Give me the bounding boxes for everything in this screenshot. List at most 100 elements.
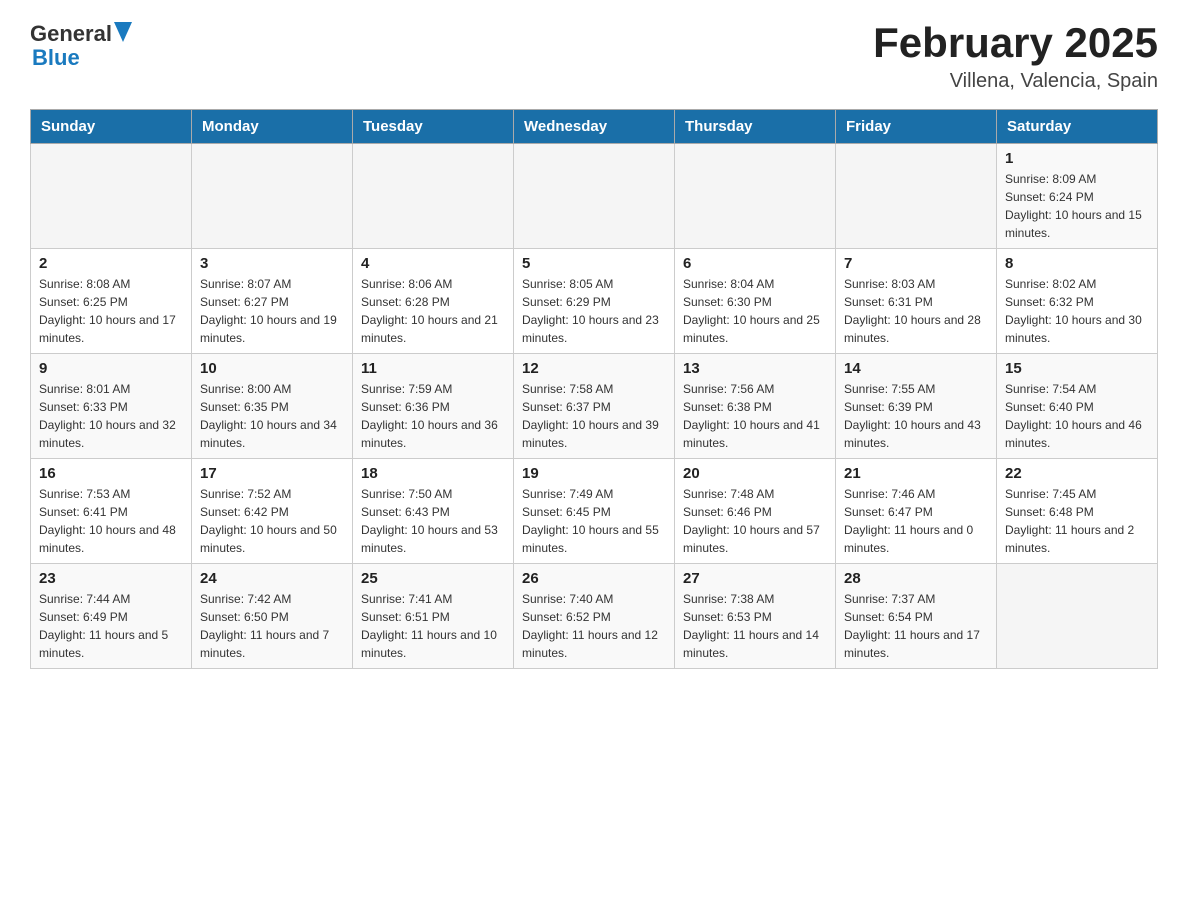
- table-row: 4 Sunrise: 8:06 AMSunset: 6:28 PMDaylight…: [353, 249, 514, 354]
- table-row: 27 Sunrise: 7:38 AMSunset: 6:53 PMDayligh…: [675, 564, 836, 669]
- col-wednesday: Wednesday: [514, 110, 675, 144]
- col-thursday: Thursday: [675, 110, 836, 144]
- table-row: 16 Sunrise: 7:53 AMSunset: 6:41 PMDayligh…: [31, 459, 192, 564]
- table-row: [836, 144, 997, 249]
- col-sunday: Sunday: [31, 110, 192, 144]
- logo: General Blue: [30, 20, 132, 71]
- table-row: [192, 144, 353, 249]
- day-info: Sunrise: 7:55 AMSunset: 6:39 PMDaylight:…: [844, 380, 988, 452]
- table-row: 26 Sunrise: 7:40 AMSunset: 6:52 PMDayligh…: [514, 564, 675, 669]
- day-info: Sunrise: 7:56 AMSunset: 6:38 PMDaylight:…: [683, 380, 827, 452]
- table-row: 5 Sunrise: 8:05 AMSunset: 6:29 PMDaylight…: [514, 249, 675, 354]
- day-info: Sunrise: 7:38 AMSunset: 6:53 PMDaylight:…: [683, 590, 827, 662]
- table-row: 24Sunrise: 7:42 AMSunset: 6:50 PMDayligh…: [192, 564, 353, 669]
- table-row: 13Sunrise: 7:56 AMSunset: 6:38 PMDayligh…: [675, 354, 836, 459]
- table-row: 15 Sunrise: 7:54 AMSunset: 6:40 PMDayligh…: [997, 354, 1158, 459]
- logo-general-text: General: [30, 21, 112, 47]
- day-number: 18: [361, 465, 505, 482]
- table-row: 2 Sunrise: 8:08 AMSunset: 6:25 PMDaylight…: [31, 249, 192, 354]
- day-info: Sunrise: 8:03 AMSunset: 6:31 PMDaylight:…: [844, 275, 988, 347]
- day-number: 9: [39, 360, 183, 377]
- day-number: 5: [522, 255, 666, 272]
- day-number: 7: [844, 255, 988, 272]
- day-number: 25: [361, 570, 505, 587]
- day-info: Sunrise: 8:06 AMSunset: 6:28 PMDaylight:…: [361, 275, 505, 347]
- header-title-block: February 2025 Villena, Valencia, Spain: [873, 20, 1158, 93]
- table-row: 21 Sunrise: 7:46 AMSunset: 6:47 PMDayligh…: [836, 459, 997, 564]
- day-info: Sunrise: 8:09 AMSunset: 6:24 PMDaylight:…: [1005, 170, 1149, 242]
- day-number: 22: [1005, 465, 1149, 482]
- day-number: 10: [200, 360, 344, 377]
- day-info: Sunrise: 7:45 AMSunset: 6:48 PMDaylight:…: [1005, 485, 1149, 557]
- month-title: February 2025: [873, 20, 1158, 66]
- table-row: 6 Sunrise: 8:04 AMSunset: 6:30 PMDaylight…: [675, 249, 836, 354]
- table-row: 25 Sunrise: 7:41 AMSunset: 6:51 PMDayligh…: [353, 564, 514, 669]
- table-row: [675, 144, 836, 249]
- day-number: 14: [844, 360, 988, 377]
- table-row: 28 Sunrise: 7:37 AMSunset: 6:54 PMDayligh…: [836, 564, 997, 669]
- day-info: Sunrise: 7:54 AMSunset: 6:40 PMDaylight:…: [1005, 380, 1149, 452]
- day-number: 12: [522, 360, 666, 377]
- day-number: 4: [361, 255, 505, 272]
- table-row: 20Sunrise: 7:48 AMSunset: 6:46 PMDayligh…: [675, 459, 836, 564]
- day-info: Sunrise: 8:05 AMSunset: 6:29 PMDaylight:…: [522, 275, 666, 347]
- table-row: [997, 564, 1158, 669]
- table-row: [31, 144, 192, 249]
- calendar-week-row: 1 Sunrise: 8:09 AMSunset: 6:24 PMDaylight…: [31, 144, 1158, 249]
- day-number: 19: [522, 465, 666, 482]
- day-number: 6: [683, 255, 827, 272]
- day-info: Sunrise: 8:08 AMSunset: 6:25 PMDaylight:…: [39, 275, 183, 347]
- table-row: 23Sunrise: 7:44 AMSunset: 6:49 PMDayligh…: [31, 564, 192, 669]
- col-monday: Monday: [192, 110, 353, 144]
- day-number: 20: [683, 465, 827, 482]
- table-row: 14 Sunrise: 7:55 AMSunset: 6:39 PMDayligh…: [836, 354, 997, 459]
- day-number: 21: [844, 465, 988, 482]
- day-number: 3: [200, 255, 344, 272]
- day-info: Sunrise: 7:52 AMSunset: 6:42 PMDaylight:…: [200, 485, 344, 557]
- day-number: 16: [39, 465, 183, 482]
- page-header: General Blue February 2025 Villena, Vale…: [30, 20, 1158, 93]
- calendar-week-row: 23Sunrise: 7:44 AMSunset: 6:49 PMDayligh…: [31, 564, 1158, 669]
- calendar-header-row: Sunday Monday Tuesday Wednesday Thursday…: [31, 110, 1158, 144]
- table-row: 19 Sunrise: 7:49 AMSunset: 6:45 PMDayligh…: [514, 459, 675, 564]
- day-number: 15: [1005, 360, 1149, 377]
- day-number: 27: [683, 570, 827, 587]
- day-info: Sunrise: 7:59 AMSunset: 6:36 PMDaylight:…: [361, 380, 505, 452]
- day-info: Sunrise: 7:40 AMSunset: 6:52 PMDaylight:…: [522, 590, 666, 662]
- day-info: Sunrise: 7:49 AMSunset: 6:45 PMDaylight:…: [522, 485, 666, 557]
- table-row: 22 Sunrise: 7:45 AMSunset: 6:48 PMDayligh…: [997, 459, 1158, 564]
- day-info: Sunrise: 8:01 AMSunset: 6:33 PMDaylight:…: [39, 380, 183, 452]
- day-info: Sunrise: 7:41 AMSunset: 6:51 PMDaylight:…: [361, 590, 505, 662]
- day-number: 1: [1005, 150, 1149, 167]
- day-info: Sunrise: 7:58 AMSunset: 6:37 PMDaylight:…: [522, 380, 666, 452]
- day-info: Sunrise: 7:44 AMSunset: 6:49 PMDaylight:…: [39, 590, 183, 662]
- day-number: 17: [200, 465, 344, 482]
- col-friday: Friday: [836, 110, 997, 144]
- calendar-week-row: 16 Sunrise: 7:53 AMSunset: 6:41 PMDayligh…: [31, 459, 1158, 564]
- day-info: Sunrise: 8:04 AMSunset: 6:30 PMDaylight:…: [683, 275, 827, 347]
- table-row: 1 Sunrise: 8:09 AMSunset: 6:24 PMDaylight…: [997, 144, 1158, 249]
- table-row: 17 Sunrise: 7:52 AMSunset: 6:42 PMDayligh…: [192, 459, 353, 564]
- day-info: Sunrise: 7:53 AMSunset: 6:41 PMDaylight:…: [39, 485, 183, 557]
- day-info: Sunrise: 8:00 AMSunset: 6:35 PMDaylight:…: [200, 380, 344, 452]
- day-number: 28: [844, 570, 988, 587]
- table-row: 9 Sunrise: 8:01 AMSunset: 6:33 PMDaylight…: [31, 354, 192, 459]
- day-number: 8: [1005, 255, 1149, 272]
- day-info: Sunrise: 7:37 AMSunset: 6:54 PMDaylight:…: [844, 590, 988, 662]
- day-number: 11: [361, 360, 505, 377]
- col-saturday: Saturday: [997, 110, 1158, 144]
- table-row: 18Sunrise: 7:50 AMSunset: 6:43 PMDayligh…: [353, 459, 514, 564]
- table-row: 3 Sunrise: 8:07 AMSunset: 6:27 PMDaylight…: [192, 249, 353, 354]
- calendar-week-row: 9 Sunrise: 8:01 AMSunset: 6:33 PMDaylight…: [31, 354, 1158, 459]
- logo-blue-text: Blue: [32, 45, 80, 71]
- day-number: 2: [39, 255, 183, 272]
- calendar-week-row: 2 Sunrise: 8:08 AMSunset: 6:25 PMDaylight…: [31, 249, 1158, 354]
- day-info: Sunrise: 8:07 AMSunset: 6:27 PMDaylight:…: [200, 275, 344, 347]
- day-number: 26: [522, 570, 666, 587]
- day-info: Sunrise: 7:46 AMSunset: 6:47 PMDaylight:…: [844, 485, 988, 557]
- table-row: 10 Sunrise: 8:00 AMSunset: 6:35 PMDayligh…: [192, 354, 353, 459]
- col-tuesday: Tuesday: [353, 110, 514, 144]
- day-info: Sunrise: 7:42 AMSunset: 6:50 PMDaylight:…: [200, 590, 344, 662]
- location-subtitle: Villena, Valencia, Spain: [873, 70, 1158, 93]
- table-row: [514, 144, 675, 249]
